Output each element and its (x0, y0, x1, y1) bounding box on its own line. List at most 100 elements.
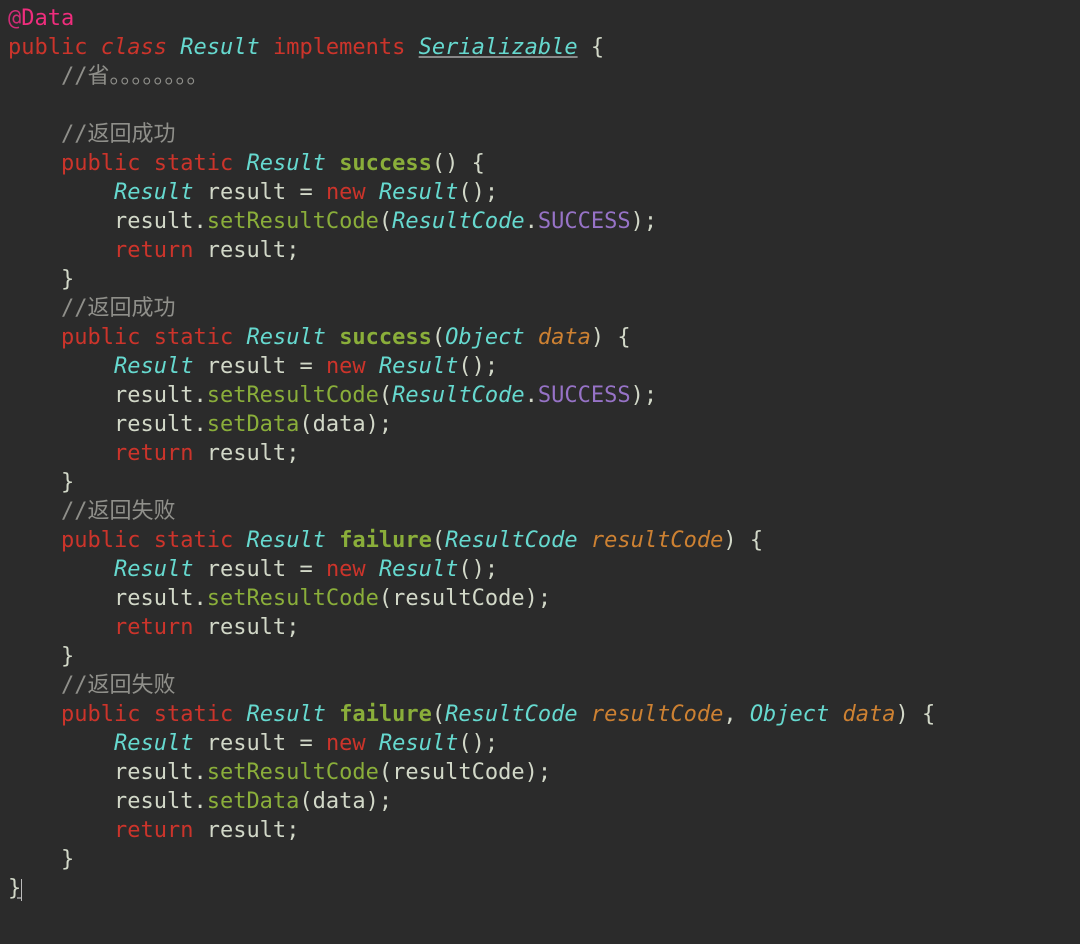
fn-setResultCode: setResultCode (207, 586, 379, 611)
param-resultCode: resultCode (591, 702, 723, 727)
dot: . (193, 586, 206, 611)
id-resultCode: resultCode (392, 586, 524, 611)
param-resultCode: resultCode (591, 528, 723, 553)
const-success: SUCCESS (538, 209, 631, 234)
id-result: result (207, 441, 286, 466)
kw-return: return (114, 818, 193, 843)
paren-close: ) (366, 789, 379, 814)
paren-close: ) (472, 354, 485, 379)
brace-open: { (750, 528, 763, 553)
semicolon: ; (644, 383, 657, 408)
id-result: result (114, 789, 193, 814)
type-resultcode: ResultCode (392, 383, 524, 408)
semicolon: ; (485, 354, 498, 379)
semicolon: ; (286, 615, 299, 640)
brace-open: { (922, 702, 935, 727)
dot: . (193, 760, 206, 785)
semicolon: ; (379, 412, 392, 437)
fn-failure: failure (339, 528, 432, 553)
paren-close: ) (631, 383, 644, 408)
type-result: Result (246, 528, 325, 553)
comment-success-1: //返回成功 (61, 122, 176, 147)
id-result: result (207, 180, 286, 205)
equals: = (299, 557, 312, 582)
comment-failure-1: //返回失败 (61, 499, 176, 524)
semicolon: ; (538, 760, 551, 785)
fn-setResultCode: setResultCode (207, 760, 379, 785)
paren-close: ) (472, 180, 485, 205)
kw-return: return (114, 238, 193, 263)
semicolon: ; (379, 789, 392, 814)
paren-open: ( (432, 702, 445, 727)
paren-close: ) (631, 209, 644, 234)
fn-setResultCode: setResultCode (207, 383, 379, 408)
type-result: Result (379, 731, 458, 756)
type-result: Result (246, 702, 325, 727)
type-resultcode: ResultCode (392, 209, 524, 234)
paren-open: ( (432, 325, 445, 350)
brace-open: { (472, 151, 485, 176)
dot: . (193, 209, 206, 234)
type-result: Result (379, 557, 458, 582)
annotation-at: @ (8, 6, 21, 31)
id-result: result (114, 209, 193, 234)
semicolon: ; (286, 818, 299, 843)
id-result: result (207, 731, 286, 756)
semicolon: ; (538, 586, 551, 611)
type-result: Result (114, 354, 193, 379)
id-data: data (313, 412, 366, 437)
fn-setData: setData (207, 789, 300, 814)
brace-close: } (61, 644, 74, 669)
comment-success-2: //返回成功 (61, 296, 176, 321)
semicolon: ; (485, 731, 498, 756)
const-success: SUCCESS (538, 383, 631, 408)
kw-static: static (154, 151, 233, 176)
semicolon: ; (286, 238, 299, 263)
fn-setData: setData (207, 412, 300, 437)
paren-open: ( (458, 354, 471, 379)
kw-new: new (326, 731, 366, 756)
paren-close: ) (591, 325, 604, 350)
type-result: Result (180, 35, 259, 60)
dot: . (193, 789, 206, 814)
code-editor[interactable]: @Data public class Result implements Ser… (0, 0, 1080, 907)
kw-new: new (326, 354, 366, 379)
paren-open: ( (432, 528, 445, 553)
kw-new: new (326, 557, 366, 582)
paren-open: ( (379, 760, 392, 785)
id-result: result (114, 412, 193, 437)
id-result: result (114, 586, 193, 611)
param-data: data (538, 325, 591, 350)
id-result: result (207, 354, 286, 379)
dot: . (525, 383, 538, 408)
kw-static: static (154, 702, 233, 727)
paren-close: ) (445, 151, 458, 176)
comment-omit: //省。。。。。。。。 (61, 64, 209, 89)
text-caret (21, 879, 22, 901)
fn-success: success (339, 325, 432, 350)
fn-success: success (339, 151, 432, 176)
kw-public: public (8, 35, 87, 60)
paren-open: ( (379, 383, 392, 408)
kw-implements: implements (273, 35, 405, 60)
kw-class: class (101, 35, 167, 60)
brace-open: { (617, 325, 630, 350)
paren-close: ) (366, 412, 379, 437)
paren-close: ) (896, 702, 909, 727)
kw-static: static (154, 528, 233, 553)
paren-open: ( (299, 789, 312, 814)
equals: = (299, 180, 312, 205)
paren-open: ( (432, 151, 445, 176)
brace-close: } (61, 267, 74, 292)
paren-open: ( (458, 180, 471, 205)
paren-open: ( (458, 557, 471, 582)
type-result: Result (114, 557, 193, 582)
paren-close: ) (472, 557, 485, 582)
comment-failure-2: //返回失败 (61, 673, 176, 698)
kw-public: public (61, 702, 140, 727)
type-result: Result (246, 151, 325, 176)
kw-public: public (61, 325, 140, 350)
kw-return: return (114, 441, 193, 466)
id-data: data (313, 789, 366, 814)
id-result: result (114, 383, 193, 408)
